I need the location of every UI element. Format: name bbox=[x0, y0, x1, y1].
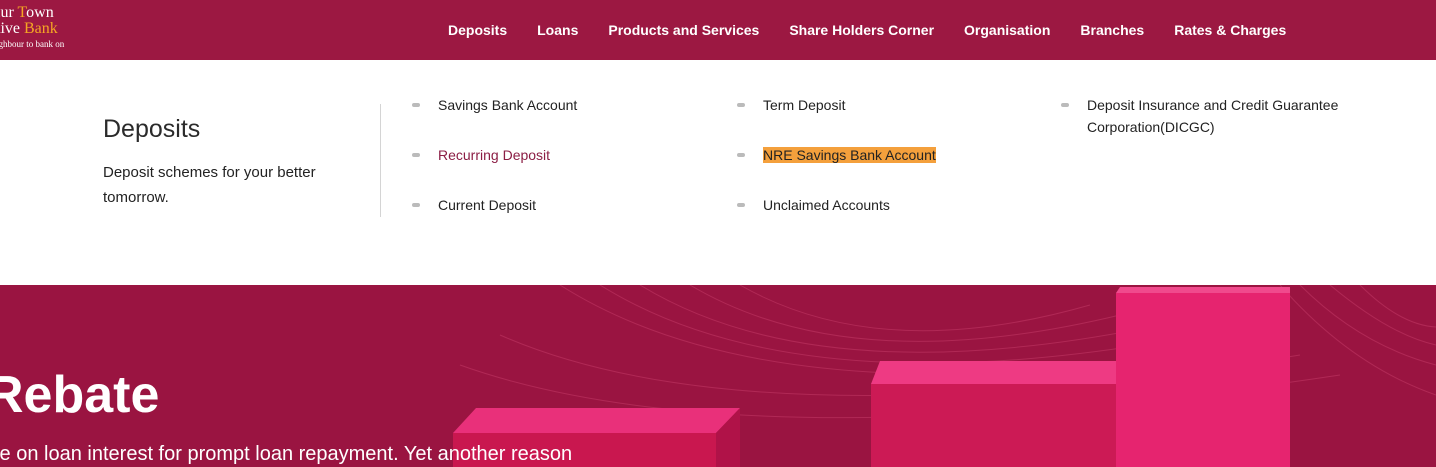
nav-branches[interactable]: Branches bbox=[1080, 22, 1144, 38]
deposits-mega-menu: Deposits Deposit schemes for your better… bbox=[0, 60, 1436, 285]
bullet-icon bbox=[737, 153, 745, 157]
nav-rates-and-charges[interactable]: Rates & Charges bbox=[1174, 22, 1286, 38]
bullet-icon bbox=[412, 103, 420, 107]
menu-link-term-deposit[interactable]: Term Deposit bbox=[737, 94, 845, 116]
top-nav-bar: lur Town tive Bank ighbour to bank on De… bbox=[0, 0, 1436, 60]
menu-link-dicgc[interactable]: Deposit Insurance and Credit Guarantee C… bbox=[1061, 94, 1357, 138]
nav-products-and-services[interactable]: Products and Services bbox=[608, 22, 759, 38]
hero-graphic bbox=[453, 285, 1436, 467]
hero-banner: Rebate te on loan interest for prompt lo… bbox=[0, 285, 1436, 467]
bullet-icon bbox=[412, 153, 420, 157]
bank-logo[interactable]: lur Town tive Bank ighbour to bank on bbox=[0, 2, 90, 54]
bullet-icon bbox=[412, 203, 420, 207]
nav-share-holders-corner[interactable]: Share Holders Corner bbox=[789, 22, 934, 38]
bullet-icon bbox=[737, 103, 745, 107]
logo-line-2: tive Bank bbox=[0, 20, 58, 37]
main-nav: Deposits Loans Products and Services Sha… bbox=[448, 0, 1316, 60]
nav-deposits[interactable]: Deposits bbox=[448, 22, 507, 38]
logo-tagline: ighbour to bank on bbox=[0, 39, 65, 49]
bullet-icon bbox=[737, 203, 745, 207]
nav-loans[interactable]: Loans bbox=[537, 22, 578, 38]
hero-subtitle: te on loan interest for prompt loan repa… bbox=[0, 443, 573, 465]
mega-menu-title: Deposits bbox=[103, 115, 201, 143]
menu-link-unclaimed-accounts[interactable]: Unclaimed Accounts bbox=[737, 194, 890, 216]
mega-menu-description: Deposit schemes for your better tomorrow… bbox=[103, 164, 316, 206]
nav-organisation[interactable]: Organisation bbox=[964, 22, 1050, 38]
hero-title: Rebate bbox=[0, 366, 160, 424]
menu-link-current-deposit[interactable]: Current Deposit bbox=[412, 194, 536, 216]
bullet-icon bbox=[1061, 103, 1069, 107]
menu-link-savings-bank-account[interactable]: Savings Bank Account bbox=[412, 94, 577, 116]
mega-menu-divider bbox=[380, 104, 381, 217]
menu-link-nre-savings-bank-account[interactable]: NRE Savings Bank Account bbox=[737, 144, 936, 166]
menu-link-recurring-deposit[interactable]: Recurring Deposit bbox=[412, 144, 550, 166]
